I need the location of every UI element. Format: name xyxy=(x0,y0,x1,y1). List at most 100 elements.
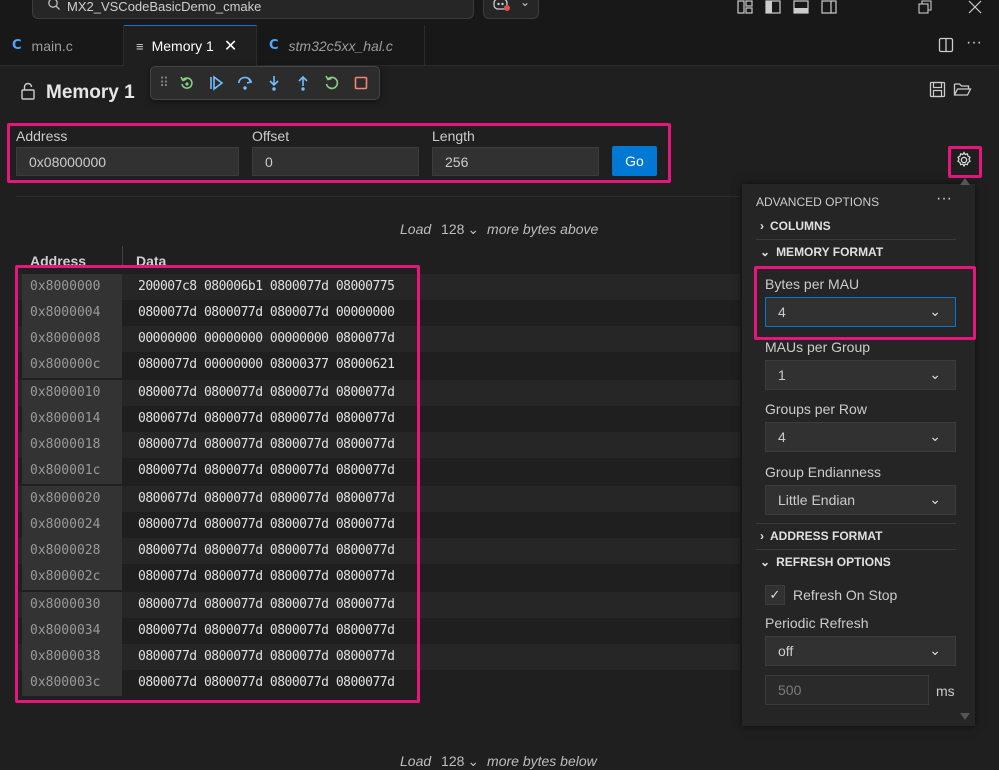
chevron-down-icon: ⌄ xyxy=(760,245,771,259)
chevron-down-icon: ⌄ xyxy=(760,555,771,569)
bytes-per-mau-select[interactable]: 4 ⌄ xyxy=(765,297,956,327)
c-file-icon: C xyxy=(12,38,22,53)
chevron-right-icon: › xyxy=(760,219,764,233)
chevron-down-icon: ⌄ xyxy=(520,0,531,9)
continue-icon[interactable] xyxy=(205,72,227,94)
chevron-down-icon: ⌄ xyxy=(929,491,941,507)
maus-per-group-label: MAUs per Group xyxy=(765,339,871,355)
tab-label: main.c xyxy=(31,37,73,54)
section-label: COLUMNS xyxy=(770,219,831,233)
chevron-down-icon[interactable]: ⌄ xyxy=(467,221,479,237)
interval-unit: ms xyxy=(936,683,955,699)
section-columns[interactable]: › COLUMNS xyxy=(760,219,831,233)
refresh-on-stop-checkbox[interactable]: ✓ xyxy=(765,585,785,605)
page-title: Memory 1 xyxy=(46,82,135,103)
command-center-text: MX2_VSCodeBasicDemo_cmake xyxy=(67,0,262,14)
tab-stm32c5xx-hal-c[interactable]: C stm32c5xx_hal.c xyxy=(257,25,425,66)
gripper-icon[interactable]: ⠿ xyxy=(153,72,175,94)
reset-icon[interactable] xyxy=(321,72,343,94)
length-field[interactable]: 256 xyxy=(432,147,599,176)
group-endianness-label: Group Endianness xyxy=(765,464,881,480)
sidebar-toggle-icon[interactable] xyxy=(764,0,782,16)
divider xyxy=(756,523,956,524)
select-value: 4 xyxy=(778,429,786,445)
secondary-sidebar-icon[interactable] xyxy=(820,0,838,16)
length-label: Length xyxy=(432,128,475,144)
address-field[interactable]: 0x08000000 xyxy=(16,147,239,176)
select-value: Little Endian xyxy=(778,492,856,508)
group-endianness-select[interactable]: Little Endian ⌄ xyxy=(765,485,956,515)
close-tab-icon[interactable]: ✕ xyxy=(224,36,237,56)
restart-icon[interactable] xyxy=(176,72,198,94)
command-center[interactable]: MX2_VSCodeBasicDemo_cmake xyxy=(32,0,474,19)
refresh-interval-input[interactable]: 500 xyxy=(765,675,929,705)
stop-icon[interactable] xyxy=(350,72,372,94)
periodic-refresh-select[interactable]: off ⌄ xyxy=(765,636,956,666)
tab-label: stm32c5xx_hal.c xyxy=(288,37,393,54)
close-icon[interactable] xyxy=(966,0,984,16)
load-prefix: Load xyxy=(400,221,432,237)
chevron-right-icon: › xyxy=(760,529,764,543)
copilot-icon xyxy=(492,0,512,16)
section-label: REFRESH OPTIONS xyxy=(776,555,891,569)
memory-view-icon: ≡ xyxy=(136,38,144,54)
lock-icon[interactable] xyxy=(20,82,36,105)
load-count-select[interactable]: 128 xyxy=(441,753,464,769)
load-count-select[interactable]: 128 xyxy=(441,221,464,237)
scroll-up-arrow[interactable] xyxy=(960,178,970,185)
section-address-format[interactable]: › ADDRESS FORMAT xyxy=(760,529,882,543)
chevron-down-icon: ⌄ xyxy=(929,642,941,658)
split-editor-icon[interactable] xyxy=(938,37,954,56)
chevron-down-icon: ⌄ xyxy=(929,428,941,444)
save-icon[interactable] xyxy=(929,81,946,101)
tab-label: Memory 1 xyxy=(151,38,214,54)
go-button[interactable]: Go xyxy=(612,146,657,176)
chevron-down-icon: ⌄ xyxy=(929,366,941,382)
layout-icon[interactable] xyxy=(736,0,754,16)
copilot-button[interactable]: ⌄ xyxy=(483,0,539,19)
c-file-icon: C xyxy=(269,38,279,53)
offset-field[interactable]: 0 xyxy=(252,147,419,176)
maus-per-group-select[interactable]: 1 ⌄ xyxy=(765,360,956,390)
section-label: MEMORY FORMAT xyxy=(776,245,884,259)
tab-memory-1[interactable]: ≡ Memory 1 ✕ xyxy=(124,25,257,66)
tab-main-c[interactable]: C main.c xyxy=(0,25,124,66)
select-value: 4 xyxy=(778,304,786,320)
open-folder-icon[interactable] xyxy=(953,81,972,101)
step-out-icon[interactable] xyxy=(292,72,314,94)
offset-label: Offset xyxy=(252,128,290,144)
chevron-down-icon[interactable]: ⌄ xyxy=(467,753,479,769)
address-label: Address xyxy=(16,128,68,144)
section-label: ADDRESS FORMAT xyxy=(770,529,883,543)
section-refresh-options[interactable]: ⌄ REFRESH OPTIONS xyxy=(760,555,891,569)
search-icon xyxy=(47,0,61,14)
load-prefix: Load xyxy=(400,753,432,769)
table-highlight xyxy=(15,265,420,703)
more-icon[interactable]: ··· xyxy=(966,34,982,52)
advanced-options-title: ADVANCED OPTIONS xyxy=(756,195,880,209)
divider xyxy=(756,549,956,550)
divider xyxy=(16,196,740,197)
section-memory-format[interactable]: ⌄ MEMORY FORMAT xyxy=(760,245,883,259)
step-into-icon[interactable] xyxy=(263,72,285,94)
refresh-on-stop-label: Refresh On Stop xyxy=(793,587,898,603)
bytes-per-mau-label: Bytes per MAU xyxy=(765,276,860,292)
scroll-down-arrow[interactable] xyxy=(960,713,970,720)
check-icon: ✓ xyxy=(769,587,781,602)
divider xyxy=(756,239,956,240)
debug-toolbar: ⠿ xyxy=(150,66,380,100)
select-value: 1 xyxy=(778,367,786,383)
panel-toggle-icon[interactable] xyxy=(792,0,810,16)
load-suffix[interactable]: more bytes above xyxy=(487,221,598,237)
chevron-down-icon: ⌄ xyxy=(929,303,941,319)
more-icon[interactable]: ··· xyxy=(936,190,952,208)
step-over-icon[interactable] xyxy=(234,72,256,94)
load-more-above: Load 128 ⌄ more bytes above xyxy=(400,221,598,238)
periodic-refresh-label: Periodic Refresh xyxy=(765,615,869,631)
groups-per-row-select[interactable]: 4 ⌄ xyxy=(765,422,956,452)
groups-per-row-label: Groups per Row xyxy=(765,401,867,417)
load-suffix[interactable]: more bytes below xyxy=(487,753,597,769)
select-value: off xyxy=(778,643,794,659)
restore-icon[interactable] xyxy=(916,0,934,16)
gear-icon[interactable] xyxy=(955,151,973,174)
